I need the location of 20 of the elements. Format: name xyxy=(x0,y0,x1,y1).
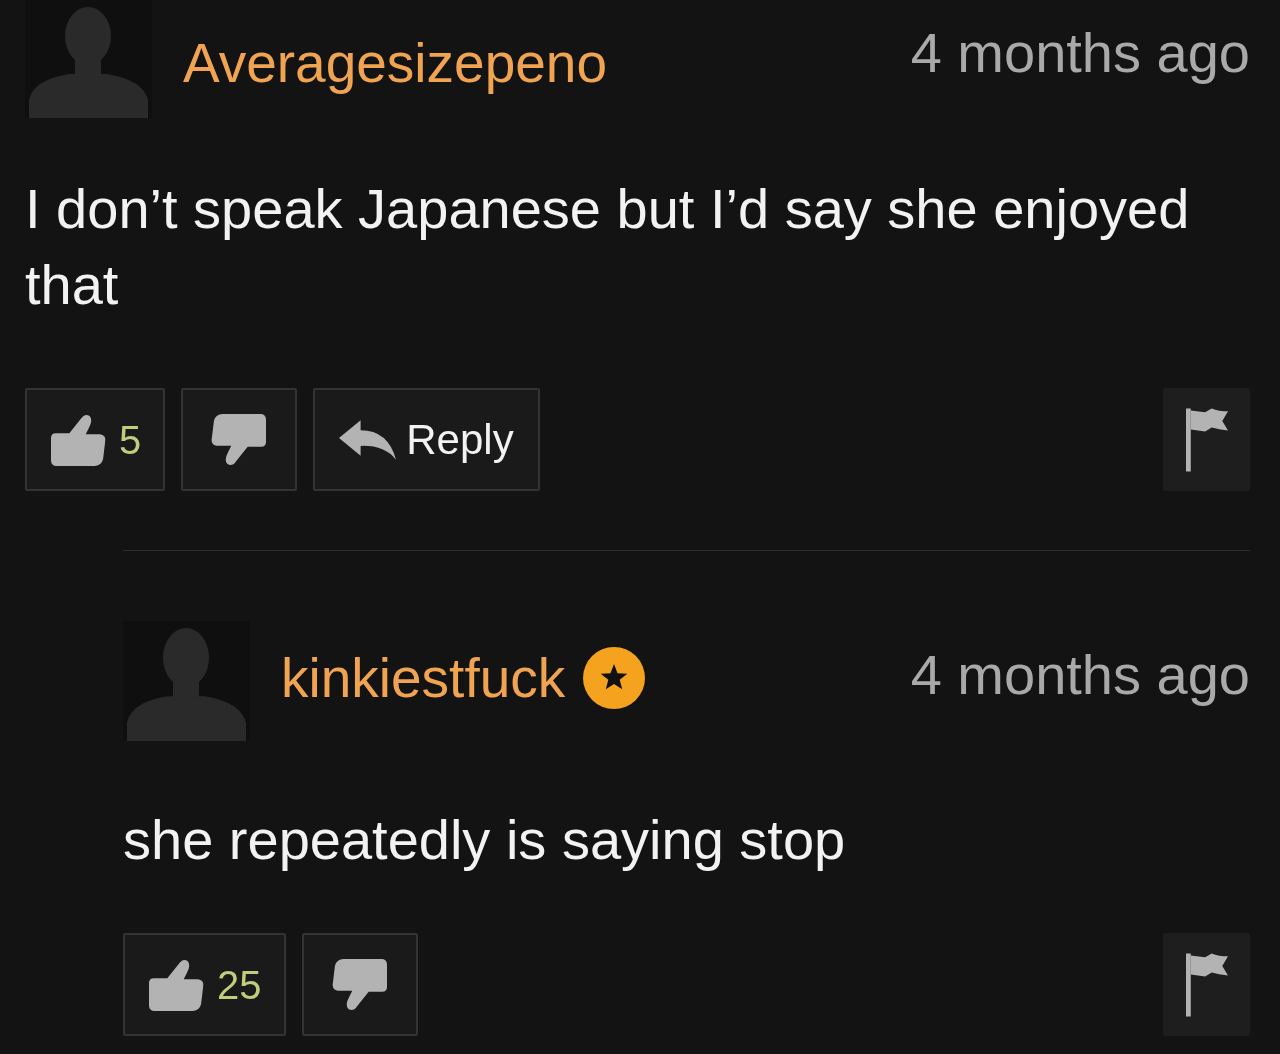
thumbs-up-icon xyxy=(147,957,205,1012)
timestamp: 4 months ago xyxy=(910,20,1250,85)
flag-icon xyxy=(1185,952,1228,1017)
dislike-button[interactable] xyxy=(181,388,298,491)
flag-button[interactable] xyxy=(1163,933,1250,1036)
thumbs-down-icon xyxy=(210,412,269,467)
thumbs-down-icon xyxy=(330,957,389,1012)
comment-text: she repeatedly is saying stop xyxy=(123,807,847,873)
dislike-button[interactable] xyxy=(301,933,418,1036)
flag-button[interactable] xyxy=(1163,388,1250,491)
reply-button[interactable]: Reply xyxy=(313,388,540,491)
username[interactable]: Averagesizepeno xyxy=(183,32,608,94)
like-button[interactable]: 5 xyxy=(25,388,166,491)
thumbs-up-icon xyxy=(49,412,107,467)
like-button[interactable]: 25 xyxy=(123,933,286,1036)
timestamp: 4 months ago xyxy=(910,642,1250,707)
flag-icon xyxy=(1185,407,1228,472)
username[interactable]: kinkiestfuck xyxy=(281,647,566,709)
reply-arrow-icon xyxy=(339,417,397,462)
comment-text: I don’t speak Japanese but I’d say she enjoyed that xyxy=(25,176,1191,318)
